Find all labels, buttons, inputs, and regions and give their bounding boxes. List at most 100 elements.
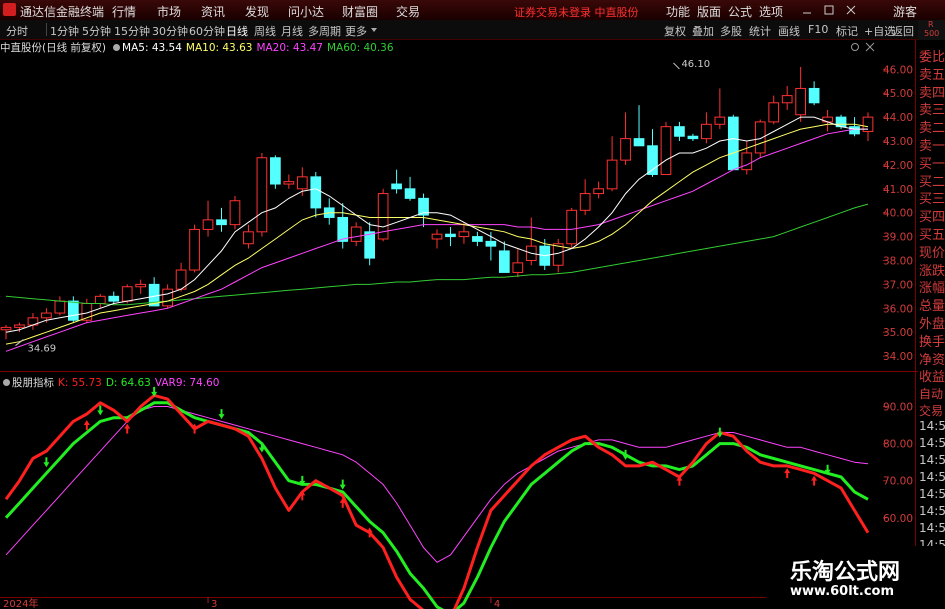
menu-wenxiaoda[interactable]: 问小达 [288,3,324,20]
tool-duogu[interactable]: 多股 [720,23,742,39]
candle-body [701,123,712,140]
date-label: 3 [211,599,217,609]
down-arrow-marker [622,449,629,460]
side-row: 买四 [919,210,945,226]
candle-body [647,145,658,175]
candle-body [512,262,524,273]
ma20-line [5,128,868,352]
menu-caifuquan[interactable]: 财富圈 [342,3,378,20]
tab-monthly[interactable]: 月线 [281,23,303,39]
candle-body [54,300,66,314]
tab-fenshi[interactable]: 分时 [6,23,28,39]
menu-banmian[interactable]: 版面 [697,3,721,20]
tool-f10[interactable]: F10 [808,23,828,36]
tool-fuquan[interactable]: 复权 [664,23,686,39]
candle-body [162,288,173,307]
side2-row: 14:56 [919,470,945,484]
ma5-label: MA5: 43.54 [122,42,182,54]
candle-body [566,209,578,245]
title-bar: 通达信金融终端 行情 市场 资讯 发现 问小达 财富圈 交易 证券交易未登录 中… [0,0,945,21]
price-tick-label: 36.00 [883,303,913,315]
menu-gongneng[interactable]: 功能 [666,3,690,20]
candle-body [350,226,362,242]
tool-fanhui[interactable]: 返回 [892,23,914,39]
var9-label: VAR9: 74.60 [154,377,220,389]
candle-body [229,200,241,226]
tool-biaoji[interactable]: 标记 [836,23,858,39]
chart-close-icon[interactable] [865,42,875,52]
candle-body [539,245,551,266]
indicator-k-line [4,393,870,609]
tab-15min[interactable]: 15分钟 [114,23,150,39]
candle-body [431,233,443,240]
price-tick-label: 42.00 [883,160,913,172]
tab-separator [46,23,47,36]
menu-hangqing[interactable]: 行情 [112,3,136,20]
tab-5min[interactable]: 5分钟 [82,23,111,39]
up-arrow-marker [83,419,90,430]
tab-60min[interactable]: 60分钟 [189,23,225,39]
tab-more[interactable]: 更多 [345,23,367,39]
price-tick-label: 46.00 [883,64,913,76]
chevron-down-icon[interactable] [370,26,378,34]
user-label[interactable]: 游客 [893,3,917,20]
tab-1min[interactable]: 1分钟 [50,23,79,39]
legend-settings-icon[interactable] [113,44,121,51]
tab-30min[interactable]: 30分钟 [152,23,188,39]
down-arrow-marker [339,479,346,490]
tool-zixuan[interactable]: +自选 [864,23,895,39]
down-arrow-marker [299,475,306,486]
side2-row: 14:56 [919,436,945,450]
candle-body [714,116,726,125]
side-row: 买一 [919,156,945,172]
k-label: K: 55.73 [58,377,102,389]
menu-jiaoyi[interactable]: 交易 [396,3,420,20]
indicator-tick-label: 60.00 [883,513,913,525]
indicator-tick-label: 70.00 [883,476,913,488]
menu-gongshi[interactable]: 公式 [728,3,752,20]
candle-body [27,317,39,326]
trade-side-panel: 自动交易14:5614:5614:5614:5614:5614:5614:561… [918,385,945,560]
candle-body [243,231,254,245]
candle-body [458,231,470,238]
tool-tongji[interactable]: 统计 [749,23,771,39]
candle-body [377,193,389,240]
candle-body [727,116,739,171]
side-row: 外盘 [919,317,945,332]
period-tabbar: 分时 1分钟 5分钟 15分钟 30分钟 60分钟 日线 周线 月线 多周期 更… [0,20,945,40]
maximize-icon[interactable] [822,3,836,17]
candle-body [175,269,187,290]
minimize-icon[interactable] [800,3,814,17]
down-arrow-marker [824,464,831,475]
menu-xuanxiang[interactable]: 选项 [759,3,783,20]
candle-body [94,295,106,304]
up-arrow-marker [299,490,306,501]
candle-body [148,283,160,307]
tab-daily[interactable]: 日线 [226,23,248,39]
watermark: 乐淘公式网 www.60lt.com [766,546,945,609]
up-arrow-marker [676,475,683,486]
side-row: 卖三 [919,103,945,119]
ma5-line [5,116,868,333]
menu-faxian[interactable]: 发现 [245,3,269,20]
tool-diejia[interactable]: 叠加 [692,23,714,39]
chart-settings-icon[interactable] [850,42,860,52]
candle-body [41,312,52,319]
menu-zixun[interactable]: 资讯 [201,3,225,20]
app-title: 通达信金融终端 [20,5,105,19]
price-tick-label: 39.00 [883,232,913,244]
tab-multiperiod[interactable]: 多周期 [308,23,341,39]
tab-weekly[interactable]: 周线 [254,23,276,39]
indicator-settings-icon[interactable] [3,379,10,386]
candle-body [189,228,200,271]
side-row: 卖二 [919,121,945,137]
up-arrow-marker [366,527,373,538]
side-r-label: R [928,20,934,29]
tool-huaxian[interactable]: 画线 [778,23,800,39]
close-icon[interactable] [844,3,858,17]
price-tick-label: 34.00 [883,351,913,363]
side-row: 换手 [919,334,945,350]
menu-shichang[interactable]: 市场 [157,3,181,20]
indicator-tick-label: 80.00 [883,439,913,451]
indicator-name: 股朋指标 [12,377,54,389]
